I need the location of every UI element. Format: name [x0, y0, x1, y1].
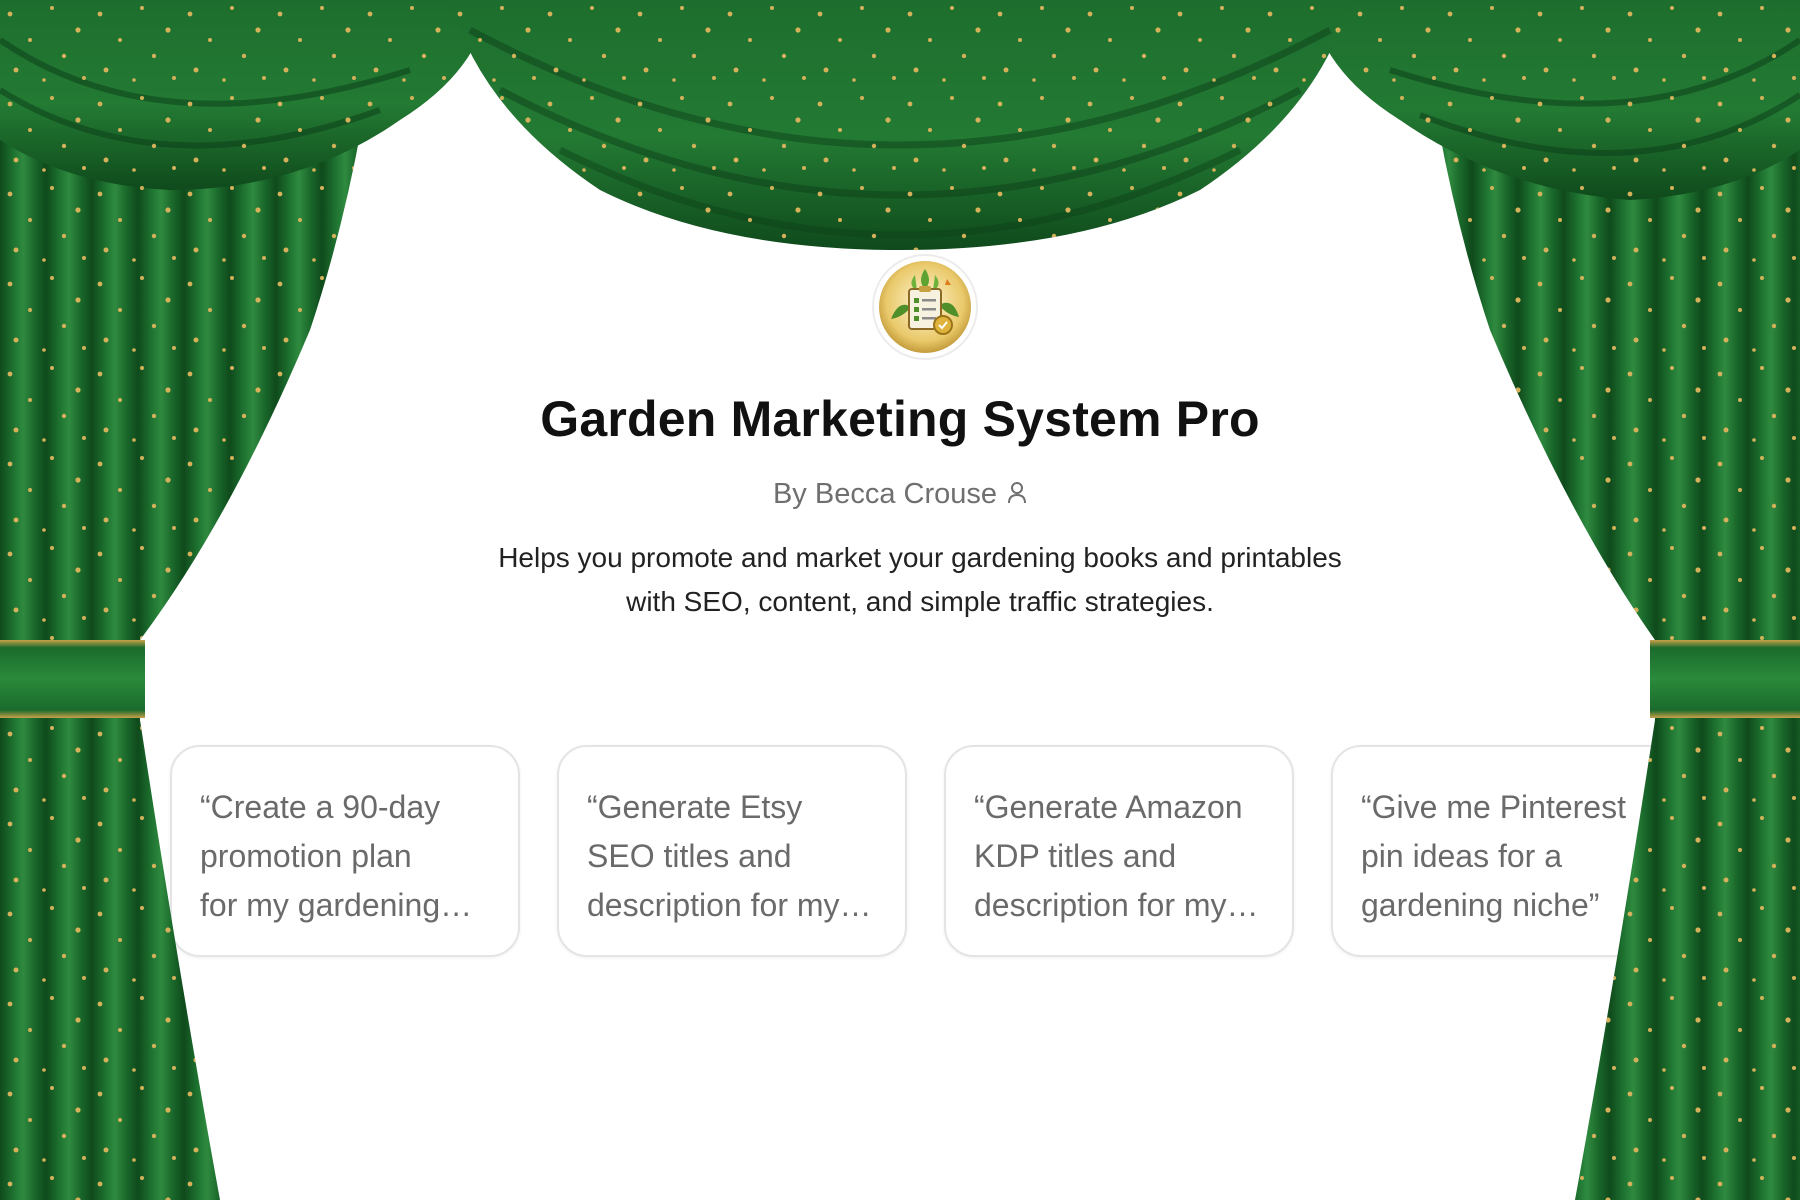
author-name: By Becca Crouse — [772, 478, 998, 510]
conversation-starter-card[interactable]: “Give me Pinterest pin ideas for a garde… — [1331, 745, 1681, 957]
starter-text: “Create a 90-day promotion plan for my g… — [200, 789, 473, 923]
gpt-byline: By Becca Crouse — [0, 478, 1800, 513]
starter-text: “Generate Amazon KDP titles and descript… — [974, 789, 1259, 923]
conversation-starters: “Create a 90-day promotion plan for my g… — [170, 745, 1700, 960]
description-line: Helps you promote and market your garden… — [498, 542, 1342, 573]
gpt-title: Garden Marketing System Pro — [540, 391, 1260, 447]
gpt-avatar — [874, 256, 976, 358]
garden-clipboard-icon — [879, 261, 971, 353]
conversation-starter-card[interactable]: “Generate Etsy SEO titles and descriptio… — [557, 745, 907, 957]
starter-text: “Generate Etsy SEO titles and descriptio… — [587, 789, 872, 923]
conversation-starter-card[interactable]: “Generate Amazon KDP titles and descript… — [944, 745, 1294, 957]
person-icon[interactable] — [1007, 480, 1027, 513]
gpt-intro-panel: Garden Marketing System Pro By Becca Cro… — [0, 0, 1800, 1200]
stage: Garden Marketing System Pro By Becca Cro… — [0, 0, 1800, 1200]
gpt-description: Helps you promote and market your garden… — [440, 536, 1400, 624]
description-line: with SEO, content, and simple traffic st… — [626, 586, 1214, 617]
conversation-starter-card[interactable]: “Create a 90-day promotion plan for my g… — [170, 745, 520, 957]
starter-text: “Give me Pinterest pin ideas for a garde… — [1361, 789, 1626, 923]
